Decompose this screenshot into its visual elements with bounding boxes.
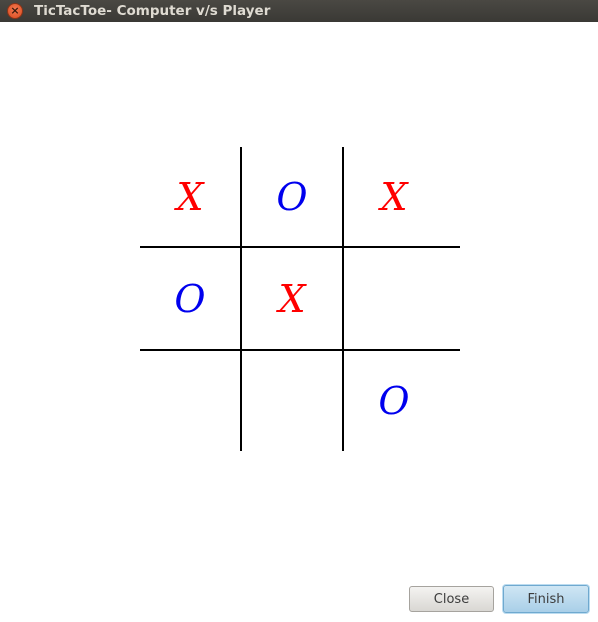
game-window: × TicTacToe- Computer v/s Player X O X O… bbox=[0, 0, 598, 622]
board-cell-6[interactable] bbox=[344, 248, 444, 349]
window-close-button[interactable]: × bbox=[7, 3, 23, 19]
tictactoe-board: X O X O X O bbox=[140, 147, 460, 451]
board-cell-2[interactable]: O bbox=[242, 147, 342, 246]
close-button[interactable]: Close bbox=[409, 586, 494, 612]
finish-button[interactable]: Finish bbox=[503, 585, 589, 613]
board-cell-7[interactable] bbox=[140, 351, 240, 451]
close-icon: × bbox=[10, 4, 20, 17]
board-cell-5[interactable]: X bbox=[242, 248, 342, 349]
board-cell-3[interactable]: X bbox=[344, 147, 444, 246]
window-title: TicTacToe- Computer v/s Player bbox=[34, 3, 271, 19]
board-cell-8[interactable] bbox=[242, 351, 342, 451]
board-cell-9[interactable]: O bbox=[344, 351, 444, 451]
board-cell-4[interactable]: O bbox=[140, 248, 240, 349]
title-bar: × TicTacToe- Computer v/s Player bbox=[0, 0, 598, 22]
board-cell-1[interactable]: X bbox=[140, 147, 240, 246]
